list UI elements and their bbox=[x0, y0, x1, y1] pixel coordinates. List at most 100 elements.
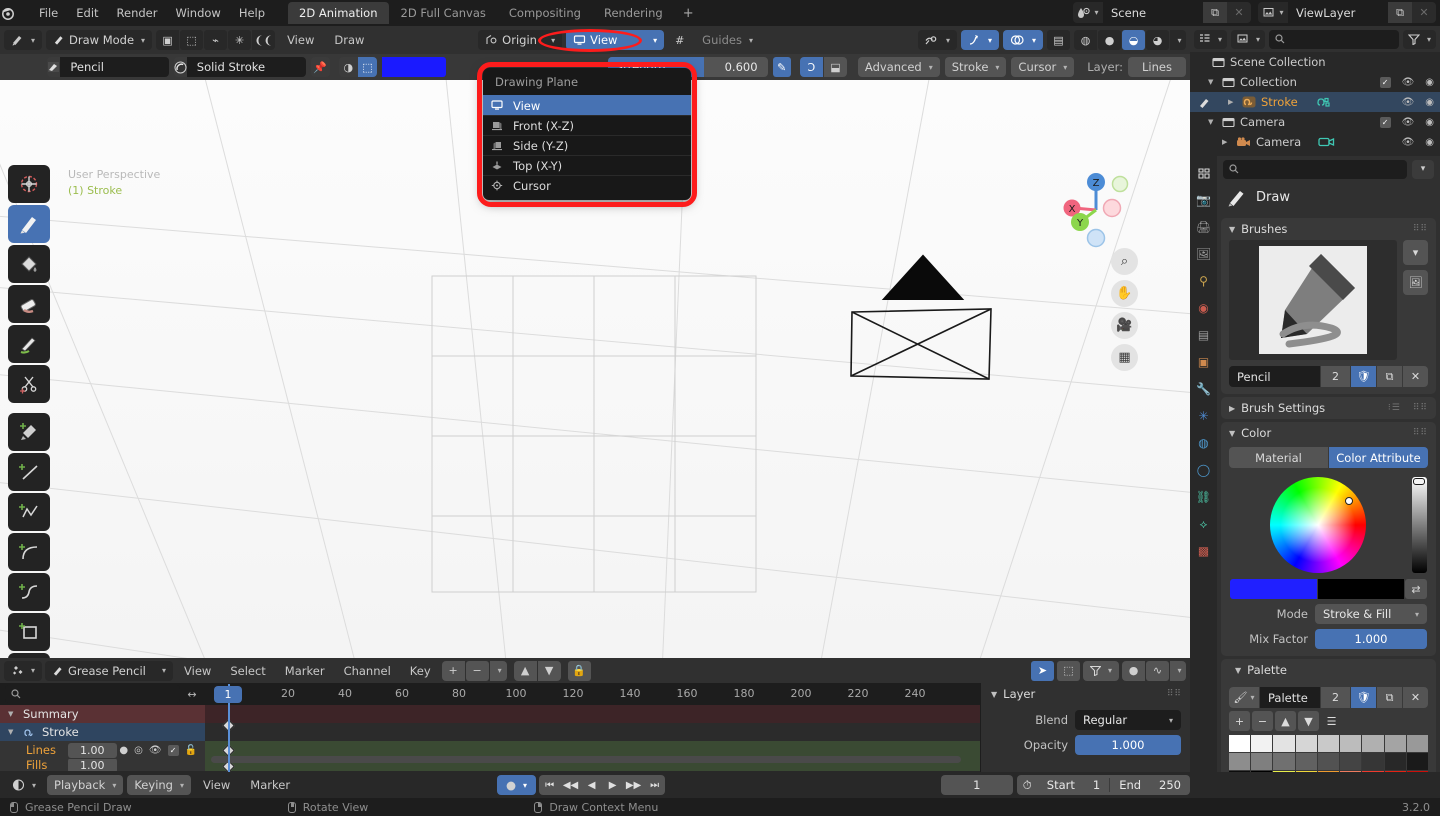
view-layer-name[interactable]: ViewLayer bbox=[1288, 2, 1388, 23]
visibility-toggle[interactable]: ▾ bbox=[917, 30, 957, 50]
add-workspace-tab-button[interactable]: + bbox=[675, 2, 702, 24]
channel-opacity-value[interactable]: 1.00 bbox=[68, 742, 117, 758]
play-icon[interactable]: ▶ bbox=[602, 775, 623, 795]
move-up-icon[interactable]: ▲ bbox=[513, 660, 537, 681]
x-icon[interactable]: ✕ bbox=[1403, 687, 1428, 708]
duplicate-icon[interactable]: ⧉ bbox=[1377, 366, 1402, 387]
play-reverse-icon[interactable]: ◀ bbox=[581, 775, 602, 795]
zoom-icon[interactable]: ⌕ bbox=[1111, 248, 1138, 275]
swap-colors-icon[interactable]: ⇄ bbox=[1405, 579, 1427, 599]
cutter-tool[interactable] bbox=[8, 365, 50, 403]
dope-menu-key[interactable]: Key bbox=[402, 662, 439, 680]
cursor-select-icon[interactable]: ➤ bbox=[1030, 660, 1054, 681]
jump-start-icon[interactable]: ⏮ bbox=[539, 775, 560, 795]
mode-value[interactable]: Stroke & Fill ▾ bbox=[1315, 604, 1427, 624]
stopwatch-icon[interactable]: ⏱ bbox=[1017, 778, 1038, 793]
properties-tab-collection[interactable]: ▤ bbox=[1194, 326, 1214, 344]
brush-users-count[interactable]: 2 bbox=[1321, 366, 1350, 387]
eyedropper-tool[interactable] bbox=[8, 413, 50, 451]
shading-dropdown-icon[interactable]: ▾ bbox=[1170, 30, 1186, 50]
remove-view-layer-button[interactable]: ✕ bbox=[1412, 2, 1436, 23]
brush-color-swatch[interactable] bbox=[382, 57, 446, 77]
editor-type-button[interactable]: ▾ bbox=[4, 30, 43, 50]
duplicate-icon[interactable]: ⧉ bbox=[1377, 687, 1402, 708]
tab-2d-animation[interactable]: 2D Animation bbox=[288, 2, 389, 24]
dope-horizontal-scrollbar[interactable] bbox=[211, 756, 961, 763]
lock-icon[interactable]: 🔒 bbox=[567, 660, 591, 681]
outliner-row-camera-object[interactable]: ▶ Camera 👁 ◉ bbox=[1190, 132, 1440, 152]
tab-rendering[interactable]: Rendering bbox=[593, 2, 674, 24]
outliner-filter-button[interactable]: ▾ bbox=[1402, 29, 1436, 49]
secondary-color-swatch[interactable] bbox=[1317, 579, 1404, 599]
dropdown-item-cursor[interactable]: Cursor bbox=[483, 175, 691, 195]
ghost-icon[interactable]: ∿ bbox=[1146, 660, 1169, 681]
box-tool[interactable] bbox=[8, 613, 50, 651]
properties-tab-material[interactable]: ▩ bbox=[1194, 542, 1214, 560]
shading-rendered-icon[interactable]: ◕ bbox=[1146, 30, 1169, 50]
end-frame-value[interactable]: 250 bbox=[1150, 778, 1190, 792]
color-panel-header[interactable]: ▼ Color ⠿⠿ bbox=[1221, 422, 1436, 444]
unlink-scene-button[interactable]: ✕ bbox=[1227, 2, 1251, 23]
drag-handle-icon[interactable]: ⠿⠿ bbox=[1167, 689, 1182, 699]
unlock-icon[interactable]: 🔓 bbox=[185, 745, 197, 756]
properties-tab-render[interactable]: 📷 bbox=[1194, 191, 1214, 209]
palette-swatch[interactable] bbox=[1317, 753, 1340, 770]
opacity-value[interactable]: 1.000 bbox=[1075, 735, 1181, 755]
outliner-row-scene-collection[interactable]: Scene Collection bbox=[1190, 52, 1440, 72]
new-scene-button[interactable]: ⧉ bbox=[1203, 2, 1227, 23]
chevron-down-icon[interactable]: ▼ bbox=[1208, 78, 1217, 86]
object-icon[interactable]: ▣ bbox=[156, 30, 180, 50]
material-selector[interactable]: Solid Stroke ▾ bbox=[173, 57, 306, 77]
color-source-color-attribute[interactable]: Color Attribute bbox=[1329, 447, 1428, 468]
polyline-tool[interactable] bbox=[8, 493, 50, 531]
chevron-down-icon[interactable]: ▼ bbox=[8, 710, 17, 718]
palette-swatch[interactable] bbox=[1251, 753, 1273, 770]
outliner-search-input[interactable] bbox=[1269, 29, 1399, 49]
color-source-material[interactable]: Material bbox=[1229, 447, 1328, 468]
properties-tab-output[interactable]: 🖨 bbox=[1194, 218, 1214, 236]
camera-view-icon[interactable]: 🎥 bbox=[1111, 312, 1138, 339]
mask-checkbox[interactable]: ✓ bbox=[167, 744, 179, 756]
palette-swatch[interactable] bbox=[1406, 753, 1428, 770]
shading-wireframe-icon[interactable]: ◍ bbox=[1074, 30, 1097, 50]
dope-menu-select[interactable]: Select bbox=[222, 662, 273, 680]
shading-solid-icon[interactable]: ● bbox=[1098, 30, 1121, 50]
tint-tool[interactable] bbox=[8, 325, 50, 363]
playback-popover-button[interactable]: Playback ▾ bbox=[47, 775, 124, 795]
scene-selector[interactable]: ▾ Scene ⧉ ✕ bbox=[1073, 2, 1251, 23]
palette-swatch[interactable] bbox=[1229, 753, 1251, 770]
properties-options-button[interactable]: ▾ bbox=[1412, 159, 1434, 179]
chevron-down-icon[interactable]: ▼ bbox=[1229, 225, 1235, 234]
blender-logo-icon[interactable] bbox=[0, 5, 30, 21]
palette-id-name[interactable]: Palette bbox=[1260, 687, 1320, 708]
properties-tab-world[interactable]: ◉ bbox=[1194, 299, 1214, 317]
menu-file[interactable]: File bbox=[30, 3, 67, 23]
expand-channels-icon[interactable]: ↔ bbox=[180, 688, 204, 701]
channel-name[interactable]: ▼ Summary bbox=[0, 705, 205, 723]
dropdown-item-side[interactable]: Side (Y-Z) bbox=[483, 135, 691, 155]
channel-name[interactable]: ▼ Stroke bbox=[0, 723, 205, 741]
palette-swatch[interactable] bbox=[1384, 753, 1406, 770]
cursor-popover-button[interactable]: Cursor ▾ bbox=[1011, 57, 1075, 77]
dot-icon[interactable]: ● bbox=[119, 745, 128, 756]
dope-sheet-mode-selector[interactable]: Grease Pencil ▾ bbox=[45, 660, 174, 681]
chevron-down-icon[interactable]: ▾ bbox=[489, 660, 507, 681]
brush-preview-thumbnail[interactable] bbox=[1229, 240, 1397, 360]
color-icon[interactable]: ◑ bbox=[338, 57, 358, 77]
sort-icon[interactable]: ☰ bbox=[1321, 711, 1342, 731]
camera-data-icon[interactable] bbox=[1318, 136, 1335, 148]
properties-tab-constraints[interactable]: ⛓ bbox=[1194, 488, 1214, 506]
scene-name[interactable]: Scene bbox=[1103, 2, 1203, 23]
brush-dropdown-button[interactable]: ▾ bbox=[1403, 240, 1428, 265]
erase-tool[interactable] bbox=[8, 285, 50, 323]
palette-swatch[interactable] bbox=[1229, 735, 1251, 752]
shield-icon[interactable]: 🛡 bbox=[1351, 366, 1376, 387]
dope-search-input[interactable] bbox=[5, 685, 180, 703]
tab-compositing[interactable]: Compositing bbox=[498, 2, 592, 24]
palette-swatch[interactable] bbox=[1362, 753, 1384, 770]
properties-tab-modifier[interactable]: 🔧 bbox=[1194, 380, 1214, 398]
mix-factor-value[interactable]: 1.000 bbox=[1315, 629, 1427, 649]
palette-swatch[interactable] bbox=[1340, 735, 1362, 752]
palette-swatch[interactable] bbox=[1295, 753, 1317, 770]
dropdown-item-top[interactable]: Top (X-Y) bbox=[483, 155, 691, 175]
